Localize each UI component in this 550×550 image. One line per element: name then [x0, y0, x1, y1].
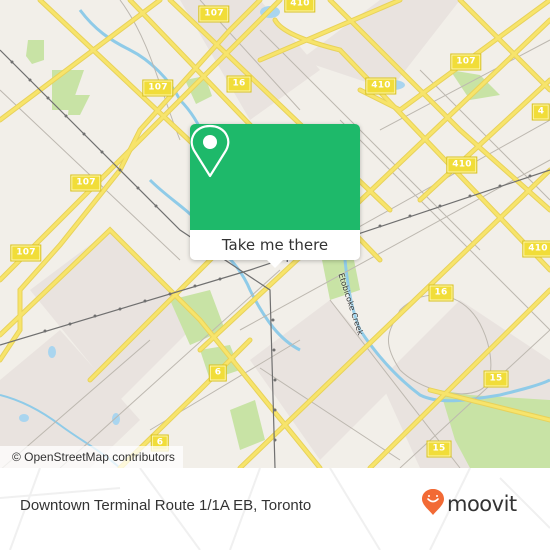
- popup-header: [190, 124, 360, 230]
- footer-bar: Downtown Terminal Route 1/1A EB, Toronto…: [0, 468, 550, 550]
- highway-shield: 16: [428, 284, 454, 302]
- highway-shield: 6: [208, 364, 228, 382]
- moovit-logo[interactable]: moovit: [421, 488, 517, 520]
- highway-shield: 107: [450, 53, 482, 71]
- take-me-there-button[interactable]: Take me there: [190, 230, 360, 260]
- moovit-pin-icon: [421, 488, 445, 520]
- highway-shield: 410: [522, 240, 550, 258]
- highway-shield: 107: [142, 79, 174, 97]
- moovit-logo-text: moovit: [447, 492, 517, 516]
- popup-pointer: [267, 260, 283, 268]
- map-attribution[interactable]: © OpenStreetMap contributors: [0, 446, 183, 468]
- highway-shield: 107: [10, 244, 42, 262]
- highway-shield: 15: [426, 440, 452, 458]
- highway-shield: 410: [446, 156, 478, 174]
- map-view[interactable]: 107 410 107 16 107 410 107 410 107 410 4…: [0, 0, 550, 468]
- highway-shield: 410: [365, 77, 397, 95]
- highway-shield: 107: [198, 5, 230, 23]
- highway-shield: 16: [226, 75, 252, 93]
- location-popup[interactable]: Take me there: [190, 124, 360, 268]
- highway-shield: 4: [531, 103, 550, 121]
- route-title: Downtown Terminal Route 1/1A EB, Toronto: [20, 497, 312, 514]
- highway-shield: 15: [483, 370, 509, 388]
- highway-shield: 107: [70, 174, 102, 192]
- highway-shield: 410: [284, 0, 316, 13]
